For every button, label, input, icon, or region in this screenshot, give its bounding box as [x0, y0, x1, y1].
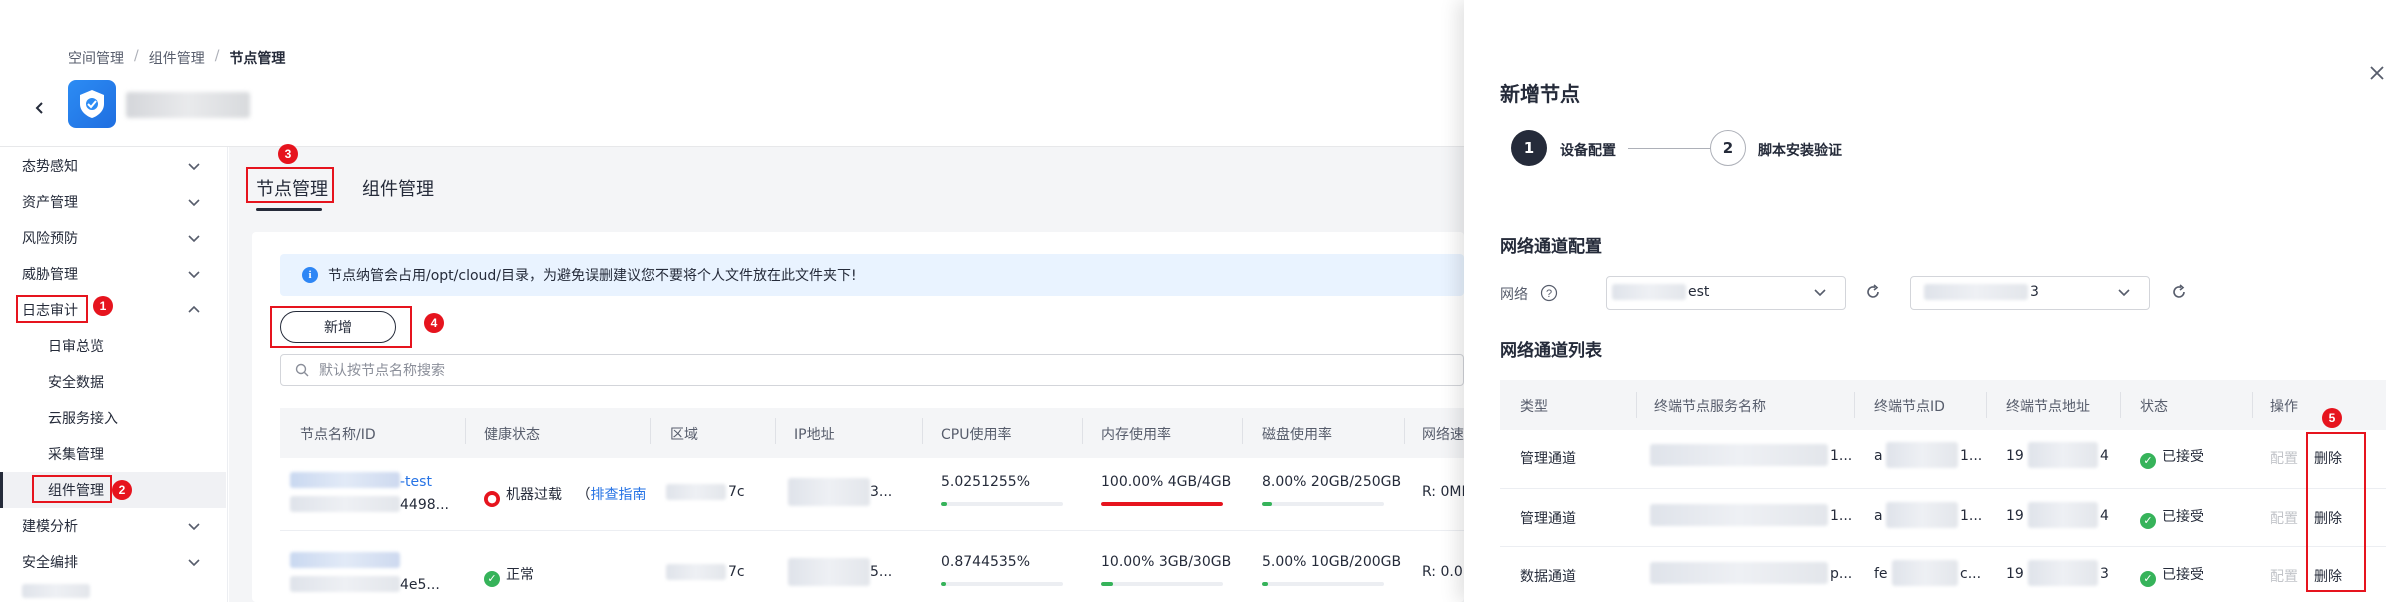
step-2-label: 脚本安装验证 [1758, 143, 1842, 159]
channel-status-text: 已接受 [2162, 449, 2204, 465]
redacted-service-name [1650, 444, 1828, 466]
row-divider [1500, 488, 2386, 489]
column-divider [1986, 392, 1987, 418]
redacted-service-name [1650, 562, 1828, 584]
column-header-status: 状态 [2140, 399, 2168, 415]
close-icon[interactable] [2368, 64, 2386, 82]
service-name-suffix: 1... [1830, 508, 1853, 524]
redacted-endpoint-address [2028, 502, 2098, 528]
refresh-icon[interactable] [1864, 283, 1882, 301]
annotation-box-delete-column [2306, 432, 2366, 592]
endpoint-id-prefix: a [1874, 508, 1883, 524]
network-config-title: 网络通道配置 [1500, 237, 1602, 257]
config-button[interactable]: 配置 [2270, 508, 2298, 528]
config-button[interactable]: 配置 [2270, 566, 2298, 586]
svg-text:?: ? [1546, 288, 1552, 300]
redacted-endpoint-id [1892, 560, 1958, 586]
step-connector [1628, 148, 1710, 149]
endpoint-id-suffix: c... [1960, 566, 1982, 582]
redacted-select-value [1924, 284, 2028, 300]
help-icon[interactable]: ? [1540, 284, 1558, 302]
endpoint-id-suffix: 1... [1960, 448, 1983, 464]
step-2-indicator: 2 [1710, 130, 1746, 166]
redacted-endpoint-address [2028, 560, 2098, 586]
service-name-suffix: p... [1830, 566, 1853, 582]
channel-status: ✓ 已接受 [2140, 446, 2204, 469]
column-header-endpoint-address: 终端节点地址 [2006, 399, 2090, 415]
check-circle-icon: ✓ [2140, 512, 2156, 529]
endpoint-address-suffix: 3 [2100, 566, 2109, 582]
network-select-2-value: 3 [2030, 284, 2039, 300]
modal-overlay [0, 0, 1464, 602]
redacted-endpoint-address [2028, 442, 2098, 468]
redacted-endpoint-id [1886, 442, 1958, 468]
channel-status: ✓ 已接受 [2140, 564, 2204, 587]
channel-type: 数据通道 [1520, 569, 1576, 585]
config-button[interactable]: 配置 [2270, 448, 2298, 468]
endpoint-address-prefix: 19 [2006, 566, 2024, 582]
network-select-1-value: est [1688, 284, 1710, 300]
service-name-suffix: 1... [1830, 448, 1853, 464]
column-divider [1854, 392, 1855, 418]
endpoint-id-prefix: fe [1874, 566, 1888, 582]
endpoint-id-prefix: a [1874, 448, 1883, 464]
chevron-down-icon [1814, 289, 1826, 297]
column-header-endpoint-id: 终端节点ID [1874, 399, 1945, 415]
channel-status-text: 已接受 [2162, 567, 2204, 583]
endpoint-address-prefix: 19 [2006, 508, 2024, 524]
column-header-service-name: 终端节点服务名称 [1654, 399, 1766, 415]
refresh-icon[interactable] [2170, 283, 2188, 301]
channel-list-title: 网络通道列表 [1500, 341, 1602, 361]
network-label: 网络 [1500, 287, 1528, 303]
check-circle-icon: ✓ [2140, 570, 2156, 587]
endpoint-id-suffix: 1... [1960, 508, 1983, 524]
channel-status: ✓ 已接受 [2140, 506, 2204, 529]
column-header-actions: 操作 [2270, 399, 2298, 415]
channel-type: 管理通道 [1520, 451, 1576, 467]
endpoint-address-prefix: 19 [2006, 448, 2024, 464]
column-divider [2252, 392, 2253, 418]
endpoint-address-suffix: 4 [2100, 508, 2109, 524]
column-divider [2120, 392, 2121, 418]
channel-type: 管理通道 [1520, 511, 1576, 527]
step-1-indicator: 1 [1511, 130, 1547, 166]
chevron-down-icon [2118, 289, 2130, 297]
channel-status-text: 已接受 [2162, 509, 2204, 525]
endpoint-address-suffix: 4 [2100, 448, 2109, 464]
annotation-badge-5: 5 [2322, 408, 2342, 428]
drawer-title: 新增节点 [1500, 82, 1580, 106]
redacted-endpoint-id [1886, 502, 1958, 528]
check-circle-icon: ✓ [2140, 452, 2156, 469]
redacted-service-name [1650, 504, 1828, 526]
step-1-label: 设备配置 [1560, 143, 1616, 159]
column-header-type: 类型 [1520, 399, 1548, 415]
redacted-select-value [1612, 284, 1686, 300]
column-divider [1636, 392, 1637, 418]
row-divider [1500, 546, 2386, 547]
